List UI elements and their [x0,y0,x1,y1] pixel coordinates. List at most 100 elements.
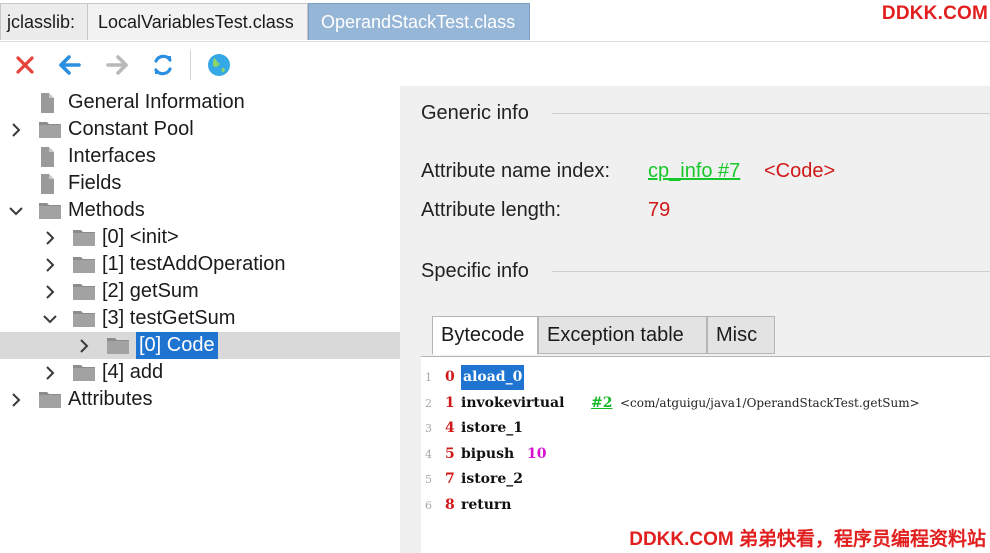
tab-operandstacktest[interactable]: OperandStackTest.class [308,3,530,40]
generic-info-divider [552,113,990,114]
tree-node[interactable]: [0] <init> [0,224,400,251]
method-reference-comment: <com/atguigu/java1/OperandStackTest.getS… [620,395,920,410]
tab-misc[interactable]: Misc [707,316,775,354]
tree-node-label: [0] <init> [102,226,179,248]
tree-node[interactable]: [4] add [0,359,400,386]
toolbar [0,41,990,86]
tree-node-label: Interfaces [68,145,156,167]
chevron-right-icon[interactable] [42,365,58,381]
tree-node[interactable]: [1] testAddOperation [0,251,400,278]
tree-node-label: [2] getSum [102,280,199,302]
tree-node-label: Constant Pool [68,118,194,140]
refresh-icon [154,54,172,76]
line-number: 2 [425,396,432,410]
close-button[interactable] [10,50,40,80]
tree-node-label: [0] Code [136,332,218,359]
attribute-length-label: Attribute length: [421,199,562,221]
tree-node-label: [4] add [102,361,164,383]
opcode: bipush [461,445,515,462]
bytecode-line: 5 7 istore_2 [421,467,990,492]
folder-icon [73,311,95,327]
refresh-button[interactable] [148,50,178,80]
tab-localvariablestest[interactable]: LocalVariablesTest.class [88,3,308,40]
chevron-right-icon[interactable] [8,122,24,138]
attribute-name-value: <Code> [764,160,836,182]
folder-icon [39,392,61,408]
document-icon [41,147,54,167]
folder-icon [73,365,95,381]
bytecode-offset: 1 [445,394,455,411]
opcode: return [461,496,512,513]
attribute-length-value: 79 [648,199,671,221]
tree-node[interactable]: Attributes [0,386,400,413]
forward-arrow-icon [106,55,128,75]
opcode: istore_2 [461,471,524,487]
tree-node[interactable]: Interfaces [0,143,400,170]
back-arrow-icon [59,55,81,75]
attribute-detail-pane: Generic info Attribute name index: cp_in… [400,86,990,553]
folder-icon [73,284,95,300]
opcode: istore_1 [461,420,524,436]
web-globe-icon [208,54,230,76]
tree-node-label: [3] testGetSum [102,307,236,329]
bytecode-offset: 5 [445,445,455,462]
document-icon [41,174,54,194]
tab-bytecode[interactable]: Bytecode [432,316,538,355]
forward-button[interactable] [102,50,132,80]
bytecode-line: 2 1 invokevirtual #2 <com/atguigu/java1/Oper… [421,391,990,416]
chevron-right-icon[interactable] [42,230,58,246]
chevron-down-icon[interactable] [42,311,58,327]
specific-info-divider [552,271,990,272]
bytecode-line: 3 4 istore_1 [421,416,990,441]
line-number: 4 [425,447,432,461]
chevron-right-icon[interactable] [8,392,24,408]
app-title-label: jclasslib: [0,3,88,40]
tree-node[interactable]: Fields [0,170,400,197]
folder-icon [39,122,61,138]
tree-node[interactable]: [3] testGetSum [0,305,400,332]
line-number: 6 [425,498,432,512]
tree-node[interactable]: Methods [0,197,400,224]
tree-node-label: Attributes [68,388,153,410]
class-structure-tree: General Information Constant Pool Interfac… [0,86,400,553]
bytecode-offset: 0 [445,369,455,385]
constant-pool-link[interactable]: #2 [591,391,612,416]
web-button[interactable] [204,50,234,80]
folder-icon [39,203,61,219]
document-icon [41,93,54,113]
chevron-down-icon[interactable] [8,203,24,219]
bytecode-offset: 7 [445,471,455,487]
bytecode-line: 1 0 aload_0 [421,365,990,390]
tree-node-label: Fields [68,172,122,194]
tree-node-label: General Information [68,91,245,113]
tree-node[interactable]: General Information [0,89,400,116]
specific-info-heading: Specific info [421,260,529,282]
tab-exception-table[interactable]: Exception table [538,316,707,354]
toolbar-separator [190,50,191,80]
tree-node[interactable]: Constant Pool [0,116,400,143]
bytecode-line: 4 5 bipush 10 [421,442,990,467]
bytecode-offset: 8 [445,496,455,513]
tree-node-label: Methods [68,199,145,221]
folder-icon [107,338,129,354]
operand-value: 10 [527,445,547,462]
bytecode-offset: 4 [445,420,455,436]
chevron-right-icon[interactable] [76,338,92,354]
editor-tab-strip: jclasslib: LocalVariablesTest.class Oper… [0,0,990,41]
opcode: invokevirtual [461,394,565,411]
chevron-right-icon[interactable] [42,284,58,300]
tree-node-label: [1] testAddOperation [102,253,286,275]
watermark-top: DDKK.COM [881,3,988,24]
back-button[interactable] [55,50,85,80]
watermark-bottom: DDKK.COM 弟弟快看，程序员编程资料站 [629,529,986,550]
line-number: 3 [425,422,432,435]
chevron-right-icon[interactable] [42,257,58,273]
tree-node[interactable]: [0] Code [0,332,400,359]
bytecode-line: 6 8 return [421,493,990,518]
line-number: 5 [425,473,432,486]
folder-icon [73,257,95,273]
cp-info-link[interactable]: cp_info #7 [648,160,740,183]
tree-node[interactable]: [2] getSum [0,278,400,305]
folder-icon [73,230,95,246]
attribute-name-index-label: Attribute name index: [421,160,610,182]
